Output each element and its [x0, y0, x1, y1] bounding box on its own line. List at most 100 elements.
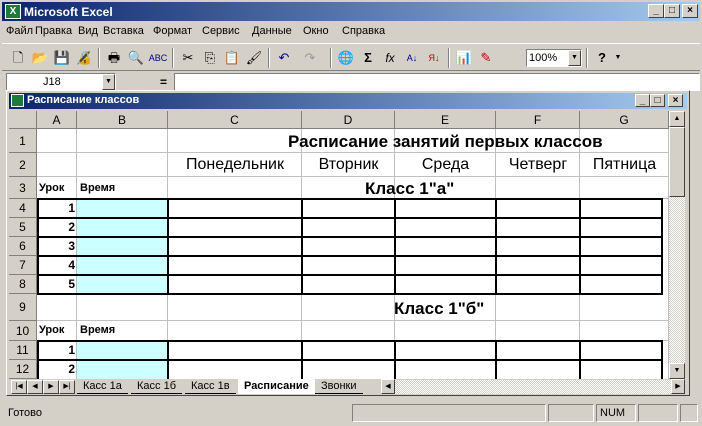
row-header-10[interactable]: 10: [9, 321, 37, 341]
formula-input[interactable]: [174, 73, 700, 91]
lesson-number[interactable]: 4: [39, 258, 75, 272]
first-sheet-icon[interactable]: |◀: [11, 380, 27, 394]
schedule-title[interactable]: Расписание занятий первых классов: [288, 132, 603, 152]
column-header-c[interactable]: C: [168, 111, 302, 129]
workbook-title-bar: Расписание классов _ □ ×: [9, 93, 687, 109]
row-header-9[interactable]: 9: [9, 294, 37, 321]
day-thursday[interactable]: Четверг: [496, 156, 580, 174]
column-header-d[interactable]: D: [302, 111, 395, 129]
row-header-6[interactable]: 6: [9, 237, 37, 256]
menu-view[interactable]: Вид: [78, 25, 98, 37]
spelling-icon[interactable]: ABC: [148, 48, 168, 68]
drawing-icon[interactable]: ✎: [476, 48, 496, 68]
row-header-5[interactable]: 5: [9, 218, 37, 237]
worksheet-grid[interactable]: A B C D E F G 1 2 3 4 5 6 7 8 9 10 11 12: [9, 111, 669, 379]
wb-close-button[interactable]: ×: [668, 94, 683, 107]
lesson-number[interactable]: 3: [39, 239, 75, 253]
column-header-a[interactable]: A: [37, 111, 77, 129]
save-icon[interactable]: 💾: [52, 48, 72, 68]
day-tuesday[interactable]: Вторник: [302, 156, 395, 174]
class-b-title[interactable]: Класс 1"б": [394, 299, 484, 319]
menu-data[interactable]: Данные: [252, 25, 292, 37]
menu-insert[interactable]: Вставка: [103, 25, 144, 37]
zoom-dropdown-icon[interactable]: ▼: [568, 50, 581, 66]
column-header-b[interactable]: B: [77, 111, 168, 129]
day-wednesday[interactable]: Среда: [395, 156, 496, 174]
row-header-7[interactable]: 7: [9, 256, 37, 275]
autosum-icon[interactable]: Σ: [358, 48, 378, 68]
lesson-header[interactable]: Урок: [39, 182, 64, 194]
hyperlink-icon[interactable]: 🌐: [336, 48, 356, 68]
horizontal-scrollbar[interactable]: ◀ ▶: [381, 379, 685, 394]
scroll-thumb[interactable]: [669, 127, 685, 197]
lesson-number[interactable]: 2: [39, 362, 75, 376]
format-painter-icon[interactable]: 🖌: [244, 48, 264, 68]
column-header-e[interactable]: E: [395, 111, 496, 129]
select-all-corner[interactable]: [9, 111, 37, 129]
new-icon[interactable]: 🗋: [8, 48, 28, 68]
undo-icon[interactable]: ↶: [274, 48, 294, 68]
print-preview-icon[interactable]: 🔍: [126, 48, 146, 68]
next-sheet-icon[interactable]: ▶: [43, 380, 59, 394]
permission-icon[interactable]: 🔏: [74, 48, 94, 68]
row-header-12[interactable]: 12: [9, 360, 37, 379]
lesson-header[interactable]: Урок: [39, 324, 64, 336]
cut-icon[interactable]: ✂: [178, 48, 198, 68]
column-header-g[interactable]: G: [580, 111, 669, 129]
sheet-tab-class-1v[interactable]: Касс 1в: [185, 379, 236, 394]
lesson-number[interactable]: 5: [39, 277, 75, 291]
menu-edit[interactable]: Правка: [35, 25, 72, 37]
row-header-11[interactable]: 11: [9, 341, 37, 360]
minimize-button[interactable]: _: [648, 4, 664, 18]
menu-window[interactable]: Окно: [303, 25, 329, 37]
last-sheet-icon[interactable]: ▶|: [59, 380, 75, 394]
size-grip[interactable]: [680, 404, 698, 422]
row-header-8[interactable]: 8: [9, 275, 37, 294]
sheet-tab-schedule[interactable]: Расписание: [238, 379, 315, 394]
lesson-number[interactable]: 1: [39, 343, 75, 357]
sort-ascending-icon[interactable]: A↓: [402, 48, 422, 68]
sort-descending-icon[interactable]: Я↓: [424, 48, 444, 68]
column-header-f[interactable]: F: [496, 111, 580, 129]
scroll-down-icon[interactable]: ▼: [669, 363, 685, 379]
redo-icon[interactable]: ↷: [300, 48, 320, 68]
menu-help[interactable]: Справка: [342, 25, 385, 37]
scroll-up-icon[interactable]: ▲: [669, 111, 685, 127]
close-button[interactable]: ×: [682, 4, 698, 18]
prev-sheet-icon[interactable]: ◀: [27, 380, 43, 394]
open-icon[interactable]: 📂: [30, 48, 50, 68]
lesson-number[interactable]: 1: [39, 201, 75, 215]
row-header-3[interactable]: 3: [9, 177, 37, 199]
class-a-title[interactable]: Класс 1"а": [365, 179, 454, 199]
maximize-button[interactable]: □: [664, 4, 680, 18]
paste-icon[interactable]: 📋: [222, 48, 242, 68]
zoom-select[interactable]: 100% ▼: [526, 49, 582, 67]
scroll-left-icon[interactable]: ◀: [381, 379, 395, 394]
sheet-tab-class-1b[interactable]: Касс 1б: [131, 379, 182, 394]
menu-tools[interactable]: Сервис: [202, 25, 240, 37]
chart-wizard-icon[interactable]: 📊: [454, 48, 474, 68]
wb-minimize-button[interactable]: _: [635, 94, 650, 107]
function-icon[interactable]: fx: [380, 48, 400, 68]
day-friday[interactable]: Пятница: [580, 156, 669, 174]
time-header[interactable]: Время: [80, 324, 115, 336]
formula-equals[interactable]: =: [160, 75, 167, 89]
name-box[interactable]: J18 ▼: [6, 73, 116, 91]
toolbar-options-icon[interactable]: ▼: [608, 48, 628, 68]
menu-format[interactable]: Формат: [153, 25, 192, 37]
row-header-4[interactable]: 4: [9, 199, 37, 218]
row-header-2[interactable]: 2: [9, 153, 37, 177]
wb-maximize-button[interactable]: □: [650, 94, 665, 107]
print-icon[interactable]: 🖶: [104, 48, 124, 68]
lesson-number[interactable]: 2: [39, 220, 75, 234]
scroll-right-icon[interactable]: ▶: [671, 379, 685, 394]
sheet-tab-class-1a[interactable]: Касс 1а: [77, 379, 128, 394]
time-header[interactable]: Время: [80, 182, 115, 194]
vertical-scrollbar[interactable]: ▲ ▼: [669, 111, 685, 379]
menu-file[interactable]: Файл: [6, 25, 33, 37]
copy-icon[interactable]: ⎘: [200, 48, 220, 68]
row-header-1[interactable]: 1: [9, 129, 37, 153]
sheet-tab-bells[interactable]: Звонки: [315, 379, 363, 394]
name-box-dropdown-icon[interactable]: ▼: [102, 74, 115, 90]
day-monday[interactable]: Понедельник: [168, 156, 302, 174]
